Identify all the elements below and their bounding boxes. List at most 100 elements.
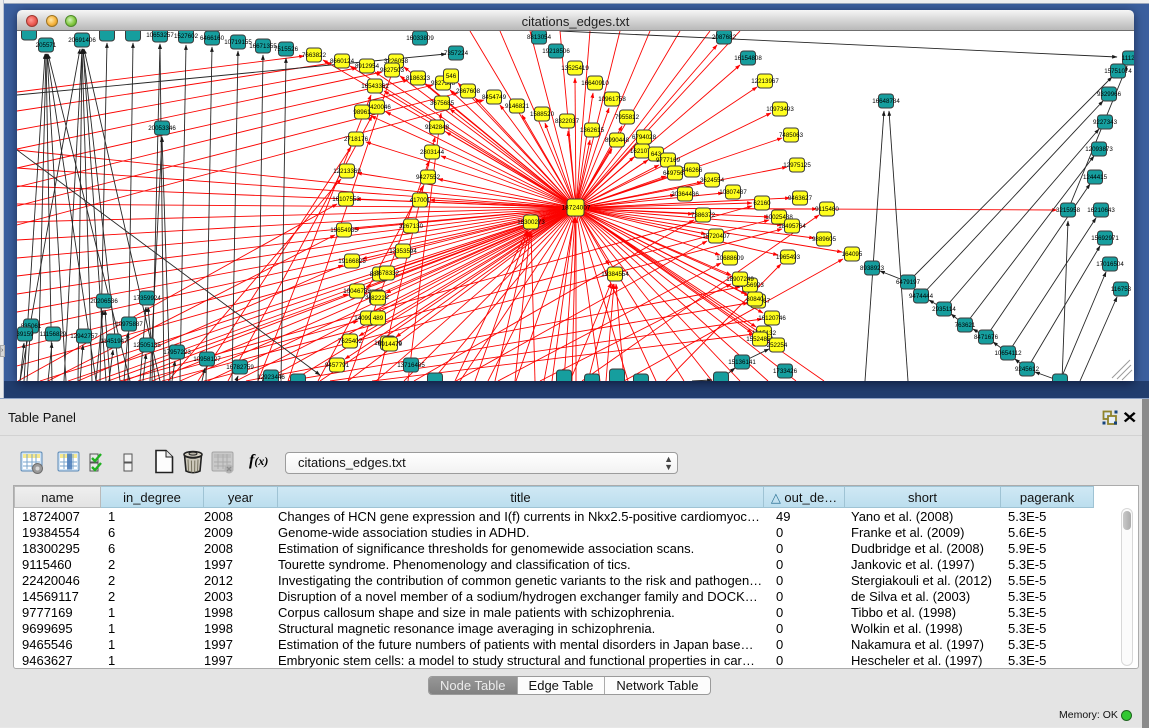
svg-text:763621: 763621 <box>955 322 976 329</box>
svg-text:62160: 62160 <box>753 200 771 207</box>
svg-text:18300273: 18300273 <box>517 219 545 226</box>
svg-text:2867608: 2867608 <box>456 88 481 95</box>
svg-text:16107553: 16107553 <box>332 196 360 203</box>
svg-text:7357224: 7357224 <box>444 50 469 57</box>
svg-text:6794028: 6794028 <box>632 134 657 141</box>
svg-text:1527602: 1527602 <box>174 33 199 40</box>
svg-text:16120746: 16120746 <box>758 315 786 322</box>
svg-text:16782759: 16782759 <box>226 364 254 371</box>
svg-text:12942757: 12942757 <box>70 333 98 340</box>
svg-text:1733426: 1733426 <box>773 368 798 375</box>
svg-text:16648784: 16648784 <box>872 98 900 105</box>
svg-text:6479197: 6479197 <box>896 279 921 286</box>
svg-text:2718176: 2718176 <box>344 136 369 143</box>
svg-text:15720407: 15720407 <box>702 233 730 240</box>
svg-text:12975125: 12975125 <box>783 162 811 169</box>
svg-text:164095: 164095 <box>842 251 863 258</box>
svg-text:7515526: 7515526 <box>274 46 299 53</box>
svg-text:9146821: 9146821 <box>505 103 530 110</box>
svg-text:10973493: 10973493 <box>766 106 794 113</box>
svg-text:10653257: 10653257 <box>146 32 174 39</box>
svg-text:3624554: 3624554 <box>700 177 725 184</box>
svg-text:9889605: 9889605 <box>812 236 837 243</box>
svg-text:417001: 417001 <box>410 197 431 204</box>
svg-text:16033809: 16033809 <box>406 35 434 42</box>
svg-text:3675685: 3675685 <box>430 100 455 107</box>
svg-text:9457791: 9457791 <box>325 362 350 369</box>
svg-text:98961: 98961 <box>353 109 371 116</box>
svg-text:2935114: 2935114 <box>932 306 956 313</box>
svg-text:12213967: 12213967 <box>751 78 779 85</box>
svg-text:1965493: 1965493 <box>776 254 801 261</box>
svg-text:6466160: 6466160 <box>200 35 225 42</box>
svg-text:252254: 252254 <box>767 342 788 349</box>
svg-text:16210643: 16210643 <box>1087 207 1115 214</box>
svg-text:7386372: 7386372 <box>691 212 716 219</box>
svg-text:9427552: 9427552 <box>416 174 441 181</box>
svg-text:8912954: 8912954 <box>355 63 380 70</box>
svg-text:18724007: 18724007 <box>562 205 591 212</box>
svg-text:13716485: 13716485 <box>397 362 425 369</box>
svg-text:116753: 116753 <box>1111 286 1132 293</box>
svg-text:11451947: 11451947 <box>100 338 128 345</box>
svg-text:17359924: 17359924 <box>133 295 161 302</box>
svg-text:13353594: 13353594 <box>389 248 417 255</box>
svg-text:12923446: 12923446 <box>257 374 285 381</box>
svg-text:8990448: 8990448 <box>605 137 630 144</box>
svg-text:2803144: 2803144 <box>420 149 445 156</box>
svg-text:19218506: 19218506 <box>542 48 570 55</box>
svg-text:9115460: 9115460 <box>815 206 839 213</box>
svg-text:12093873: 12093873 <box>1085 146 1113 153</box>
svg-text:7485063: 7485063 <box>779 132 804 139</box>
svg-text:20053346: 20053346 <box>148 125 176 132</box>
svg-text:746266: 746266 <box>682 167 703 174</box>
svg-text:9245612: 9245612 <box>1015 366 1040 373</box>
svg-text:16543362: 16543362 <box>361 83 389 90</box>
svg-text:3215958: 3215958 <box>1056 207 1081 214</box>
svg-text:10688609: 10688609 <box>716 255 744 262</box>
svg-text:489: 489 <box>373 315 384 322</box>
svg-text:39159: 39159 <box>17 331 34 338</box>
svg-text:16154808: 16154808 <box>734 55 762 62</box>
svg-text:9329966: 9329966 <box>1097 91 1122 98</box>
svg-text:8322037: 8322037 <box>555 118 580 125</box>
svg-text:7625402: 7625402 <box>338 338 363 345</box>
svg-text:1588520: 1588520 <box>530 111 555 118</box>
svg-text:9463627: 9463627 <box>788 195 813 202</box>
svg-text:7955812: 7955812 <box>615 114 640 121</box>
svg-text:19166825: 19166825 <box>338 258 366 265</box>
svg-text:10958127: 10958127 <box>193 356 221 363</box>
svg-text:1244415: 1244415 <box>1083 174 1108 181</box>
svg-text:19384554: 19384554 <box>601 271 629 278</box>
svg-text:13525419: 13525419 <box>561 65 589 72</box>
svg-text:9827503: 9827503 <box>380 67 405 74</box>
svg-text:9777169: 9777169 <box>656 157 681 164</box>
svg-text:8813054: 8813054 <box>527 34 552 41</box>
svg-text:17957223: 17957223 <box>163 349 191 356</box>
svg-text:1362615: 1362615 <box>580 127 605 134</box>
svg-text:20364436: 20364436 <box>671 191 699 198</box>
svg-text:9242848: 9242848 <box>425 124 450 131</box>
svg-text:12213369: 12213369 <box>333 168 361 175</box>
svg-text:15751074: 15751074 <box>1104 68 1132 75</box>
svg-text:8454749: 8454749 <box>482 94 507 101</box>
svg-text:8222: 8222 <box>371 295 385 302</box>
svg-text:30840: 30840 <box>746 296 764 303</box>
svg-text:17016504: 17016504 <box>1096 261 1124 268</box>
svg-text:19654935: 19654935 <box>330 227 358 234</box>
svg-text:3678332: 3678332 <box>375 270 400 277</box>
svg-text:20691406: 20691406 <box>68 37 96 44</box>
svg-text:18907249: 18907249 <box>726 276 754 283</box>
svg-text:7663822: 7663822 <box>302 52 327 59</box>
svg-text:546: 546 <box>446 73 457 80</box>
svg-text:10961758: 10961758 <box>598 96 626 103</box>
svg-text:8660124: 8660124 <box>330 58 355 65</box>
svg-text:10654112: 10654112 <box>994 350 1022 357</box>
svg-text:11156829: 11156829 <box>40 331 67 338</box>
svg-text:2087682: 2087682 <box>712 34 737 41</box>
svg-text:15692971: 15692971 <box>1091 235 1119 242</box>
svg-text:3267130: 3267130 <box>399 223 424 230</box>
svg-text:18495764: 18495764 <box>778 223 806 230</box>
svg-text:10807487: 10807487 <box>719 189 747 196</box>
svg-text:9474444: 9474444 <box>909 293 934 300</box>
